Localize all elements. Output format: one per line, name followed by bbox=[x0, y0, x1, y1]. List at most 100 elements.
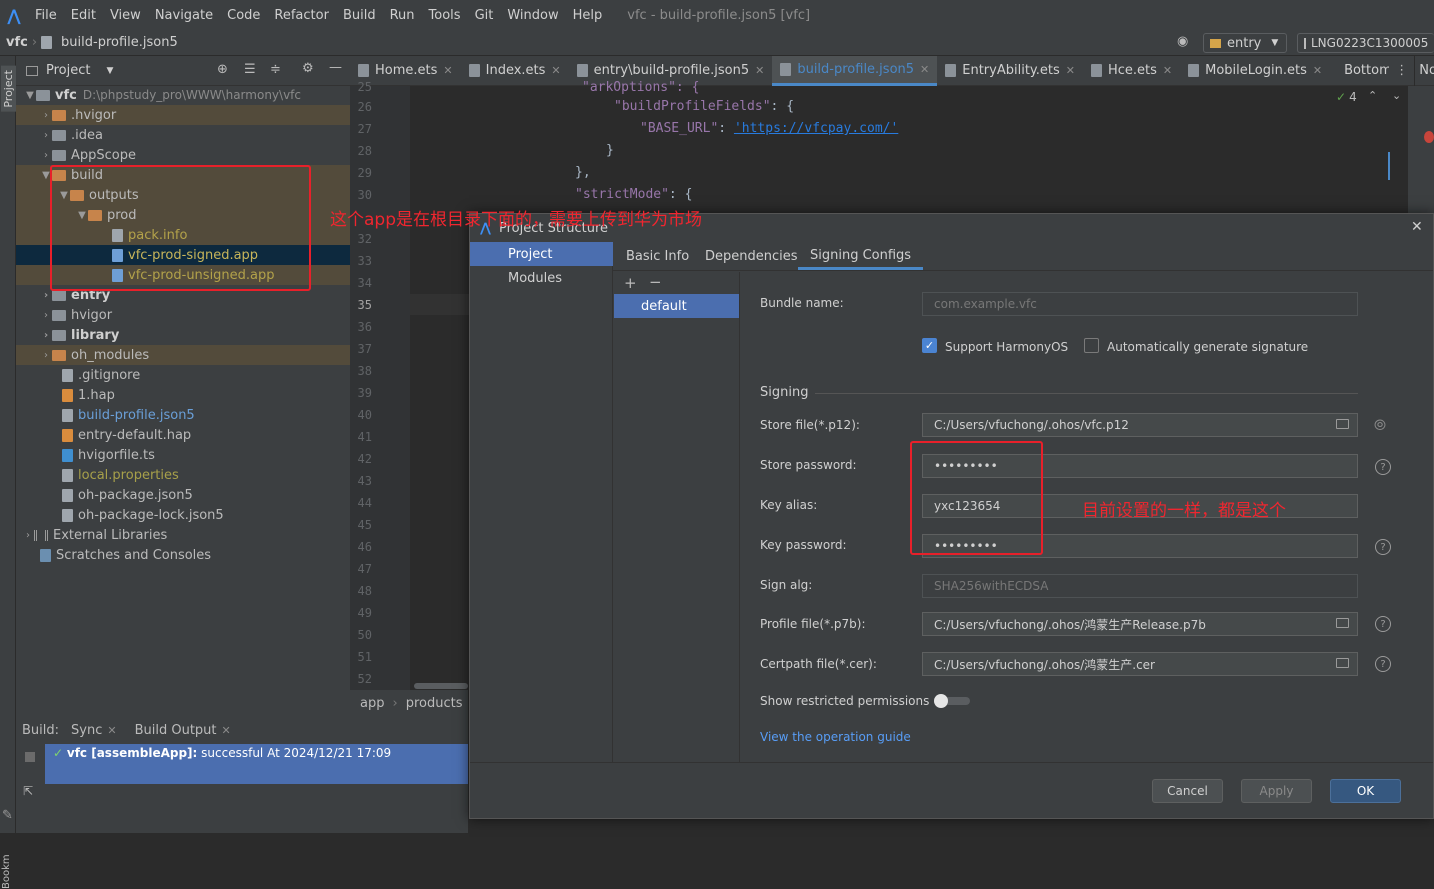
tab-sync[interactable]: Sync ✕ bbox=[67, 723, 121, 738]
inspection-widget[interactable]: ✓ 4 bbox=[1336, 90, 1357, 104]
tab-notifications[interactable]: Not bbox=[1414, 55, 1434, 86]
menu-refactor[interactable]: Refactor bbox=[267, 8, 336, 23]
close-icon[interactable]: ✕ bbox=[222, 724, 231, 737]
nav-project[interactable]: Project bbox=[470, 242, 613, 266]
gear-icon[interactable]: ⚙ bbox=[302, 61, 314, 76]
menu-view[interactable]: View bbox=[103, 8, 148, 23]
tree-item-scratches[interactable]: Scratches and Consoles bbox=[16, 545, 350, 565]
menu-code[interactable]: Code bbox=[220, 8, 267, 23]
restricted-permissions-toggle[interactable] bbox=[934, 694, 970, 708]
minimize-icon[interactable]: — bbox=[329, 60, 342, 75]
project-panel-title[interactable]: Project bbox=[46, 63, 90, 78]
help-icon[interactable]: ? bbox=[1375, 616, 1391, 632]
device-select[interactable]: LNG0223C1300005 bbox=[1297, 33, 1434, 53]
collapse-all-icon[interactable]: ≑ bbox=[270, 62, 281, 77]
tab-bottom[interactable]: Bottom bbox=[1330, 56, 1389, 86]
tree-item-local-properties[interactable]: local.properties bbox=[16, 465, 350, 485]
tree-item-entry-default-hap[interactable]: entry-default.hap bbox=[16, 425, 350, 445]
support-harmony-checkbox[interactable]: ✓ bbox=[922, 338, 937, 353]
breadcrumb-item[interactable]: app bbox=[360, 696, 384, 711]
folder-icon[interactable] bbox=[1336, 658, 1349, 668]
store-file-input[interactable]: C:/Users/vfuchong/.ohos/vfc.p12 bbox=[922, 413, 1358, 437]
tab-hce[interactable]: Hce.ets ✕ bbox=[1083, 56, 1180, 86]
add-icon[interactable]: + bbox=[624, 274, 637, 292]
tab-dependencies[interactable]: Dependencies bbox=[705, 243, 798, 270]
project-tool-button[interactable]: Project bbox=[1, 66, 16, 112]
config-item-default[interactable]: default bbox=[614, 294, 739, 318]
tab-build-profile[interactable]: build-profile.json5 ✕ bbox=[772, 55, 938, 86]
menu-window[interactable]: Window bbox=[500, 8, 565, 23]
auto-sign-checkbox[interactable] bbox=[1084, 338, 1099, 353]
tree-item-1-hap[interactable]: 1.hap bbox=[16, 385, 350, 405]
tab-index[interactable]: Index.ets ✕ bbox=[461, 56, 569, 86]
profile-file-input[interactable]: C:/Users/vfuchong/.ohos/鸿蒙生产Release.p7b bbox=[922, 612, 1358, 636]
help-icon[interactable]: ? bbox=[1375, 539, 1391, 555]
tab-entry-ability[interactable]: EntryAbility.ets ✕ bbox=[937, 56, 1083, 86]
ok-button[interactable]: OK bbox=[1330, 779, 1401, 803]
more-tabs-icon[interactable]: ⋮ bbox=[1389, 63, 1414, 78]
tree-root[interactable]: ▼ vfc D:\phpstudy_pro\WWW\harmony\vfc bbox=[16, 85, 350, 105]
certpath-input[interactable]: C:/Users/vfuchong/.ohos/鸿蒙生产.cer bbox=[922, 652, 1358, 676]
breadcrumb-item[interactable]: products bbox=[406, 696, 463, 711]
folder-icon[interactable] bbox=[1336, 419, 1349, 429]
help-icon[interactable]: ? bbox=[1375, 459, 1391, 475]
menu-git[interactable]: Git bbox=[468, 8, 501, 23]
close-icon[interactable]: ✕ bbox=[551, 64, 560, 77]
tab-signing-configs[interactable]: Signing Configs bbox=[798, 243, 924, 270]
bookmarks-tool-button[interactable]: Bookmarks bbox=[1, 854, 12, 889]
breadcrumb-file[interactable]: build-profile.json5 bbox=[57, 35, 182, 50]
nav-modules[interactable]: Modules bbox=[470, 266, 613, 290]
tree-item-gitignore[interactable]: .gitignore bbox=[16, 365, 350, 385]
tree-item-oh-package-lock[interactable]: oh-package-lock.json5 bbox=[16, 505, 350, 525]
close-icon[interactable]: ✕ bbox=[1066, 64, 1075, 77]
stop-icon[interactable] bbox=[25, 752, 35, 762]
run-config-select[interactable]: entry ▼ bbox=[1203, 33, 1287, 53]
menu-run[interactable]: Run bbox=[383, 8, 422, 23]
tree-item-idea[interactable]: › .idea bbox=[16, 125, 350, 145]
chevron-up-icon[interactable]: ⌃ bbox=[1368, 89, 1377, 102]
close-icon[interactable]: ✕ bbox=[443, 64, 452, 77]
folder-icon[interactable] bbox=[1336, 618, 1349, 628]
close-icon[interactable]: ✕ bbox=[1411, 219, 1423, 235]
menu-edit[interactable]: Edit bbox=[64, 8, 103, 23]
tab-build-output[interactable]: Build Output ✕ bbox=[131, 723, 235, 738]
tree-item-build-profile[interactable]: build-profile.json5 bbox=[16, 405, 350, 425]
breadcrumb-project[interactable]: vfc bbox=[0, 35, 32, 50]
build-result-row[interactable]: ✓ vfc [assembleApp]: successful At 2024/… bbox=[45, 744, 468, 784]
locate-icon[interactable]: ⊕ bbox=[217, 62, 228, 77]
apply-button[interactable]: Apply bbox=[1241, 779, 1312, 803]
fingerprint-icon[interactable]: ⦾ bbox=[1374, 416, 1386, 434]
close-icon[interactable]: ✕ bbox=[107, 724, 116, 737]
tree-item-hvigorfile[interactable]: hvigorfile.ts bbox=[16, 445, 350, 465]
tree-item-oh-modules[interactable]: › oh_modules bbox=[16, 345, 350, 365]
menu-navigate[interactable]: Navigate bbox=[148, 8, 220, 23]
close-icon[interactable]: ✕ bbox=[1163, 64, 1172, 77]
expand-all-icon[interactable]: ☰ bbox=[244, 62, 256, 77]
target-icon[interactable]: ◉ bbox=[1177, 34, 1188, 49]
tree-item-hvigor[interactable]: › hvigor bbox=[16, 305, 350, 325]
tab-basic-info[interactable]: Basic Info bbox=[626, 243, 689, 270]
cancel-button[interactable]: Cancel bbox=[1152, 779, 1223, 803]
tree-item-hvigor-dir[interactable]: › .hvigor bbox=[16, 105, 350, 125]
close-icon[interactable]: ✕ bbox=[920, 63, 929, 76]
remove-icon[interactable]: − bbox=[649, 273, 662, 291]
chevron-down-icon[interactable]: ⌄ bbox=[1392, 89, 1401, 102]
pin-icon[interactable]: ✎ bbox=[2, 808, 13, 823]
horizontal-scrollbar[interactable] bbox=[414, 683, 468, 689]
menu-help[interactable]: Help bbox=[566, 8, 610, 23]
help-icon[interactable]: ? bbox=[1375, 656, 1391, 672]
bundle-name-input[interactable]: com.example.vfc bbox=[922, 292, 1358, 316]
menu-file[interactable]: File bbox=[28, 8, 64, 23]
tree-item-appscope[interactable]: › AppScope bbox=[16, 145, 350, 165]
operation-guide-link[interactable]: View the operation guide bbox=[760, 730, 911, 744]
tree-item-library[interactable]: › library bbox=[16, 325, 350, 345]
menu-build[interactable]: Build bbox=[336, 8, 383, 23]
tab-mobile-login[interactable]: MobileLogin.ets ✕ bbox=[1180, 56, 1330, 86]
menu-tools[interactable]: Tools bbox=[422, 8, 468, 23]
close-icon[interactable]: ✕ bbox=[755, 64, 764, 77]
chevron-down-icon[interactable]: ▼ bbox=[106, 66, 113, 76]
code-url[interactable]: 'https://vfcpay.com/' bbox=[734, 121, 898, 136]
tree-item-oh-package[interactable]: oh-package.json5 bbox=[16, 485, 350, 505]
open-external-icon[interactable]: ⇱ bbox=[23, 784, 33, 798]
close-icon[interactable]: ✕ bbox=[1313, 64, 1322, 77]
